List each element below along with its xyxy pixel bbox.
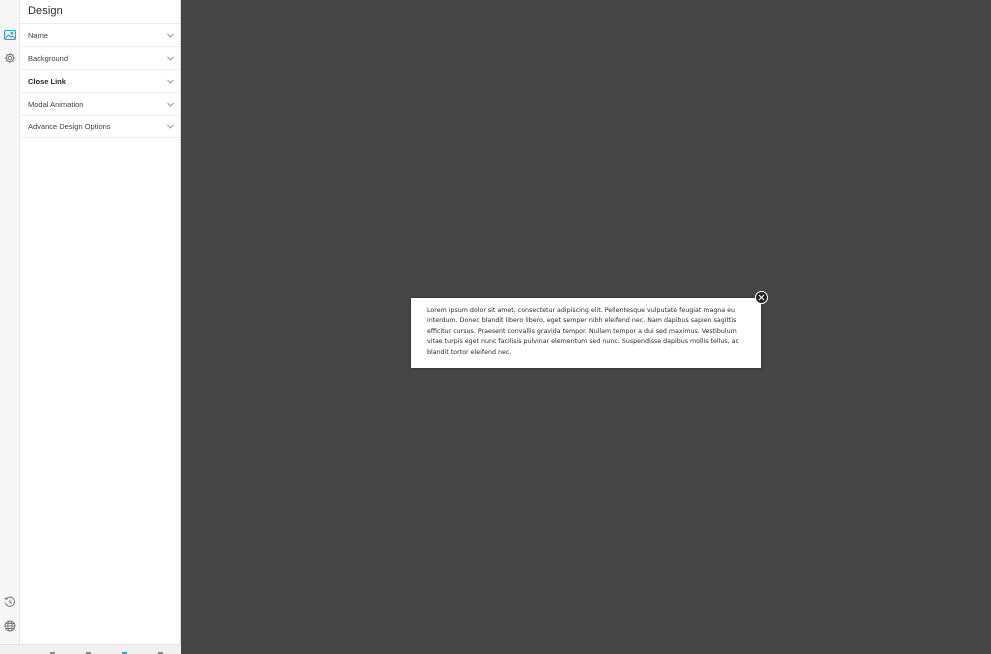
modal-close-button[interactable] bbox=[755, 291, 768, 304]
chevron-down-icon bbox=[167, 56, 174, 61]
icon-rail bbox=[0, 0, 20, 654]
section-label: Name bbox=[28, 30, 49, 40]
chevron-down-icon bbox=[167, 33, 174, 38]
section-advance-design-options[interactable]: Advance Design Options bbox=[20, 115, 180, 138]
globe-icon[interactable] bbox=[3, 619, 17, 633]
section-background[interactable]: Background bbox=[20, 46, 180, 69]
section-label: Modal Animation bbox=[28, 99, 84, 109]
section-label: Close Link bbox=[28, 76, 66, 86]
history-icon[interactable] bbox=[3, 595, 17, 609]
app: Design Name Background Close Link Modal … bbox=[0, 0, 991, 654]
section-name[interactable]: Name bbox=[20, 23, 180, 46]
section-label: Background bbox=[28, 53, 69, 63]
close-icon bbox=[758, 294, 765, 301]
bottom-toolbar bbox=[0, 644, 181, 654]
chevron-down-icon bbox=[167, 124, 174, 129]
chevron-down-icon bbox=[167, 102, 174, 107]
section-close-link[interactable]: Close Link bbox=[20, 69, 180, 92]
design-sections: Name Background Close Link Modal Animati… bbox=[20, 23, 180, 138]
design-panel: Design Name Background Close Link Modal … bbox=[20, 0, 181, 654]
preview-canvas: Lorem ipsum dolor sit amet, consectetur … bbox=[182, 0, 991, 654]
modal-body-text: Lorem ipsum dolor sit amet, consectetur … bbox=[427, 307, 739, 356]
panel-title: Design bbox=[28, 5, 63, 17]
section-modal-animation[interactable]: Modal Animation bbox=[20, 92, 180, 115]
section-label: Advance Design Options bbox=[28, 122, 111, 131]
chevron-down-icon bbox=[167, 79, 174, 84]
gear-icon[interactable] bbox=[3, 51, 17, 65]
image-icon[interactable] bbox=[3, 28, 17, 42]
modal-popup: Lorem ipsum dolor sit amet, consectetur … bbox=[411, 291, 768, 368]
